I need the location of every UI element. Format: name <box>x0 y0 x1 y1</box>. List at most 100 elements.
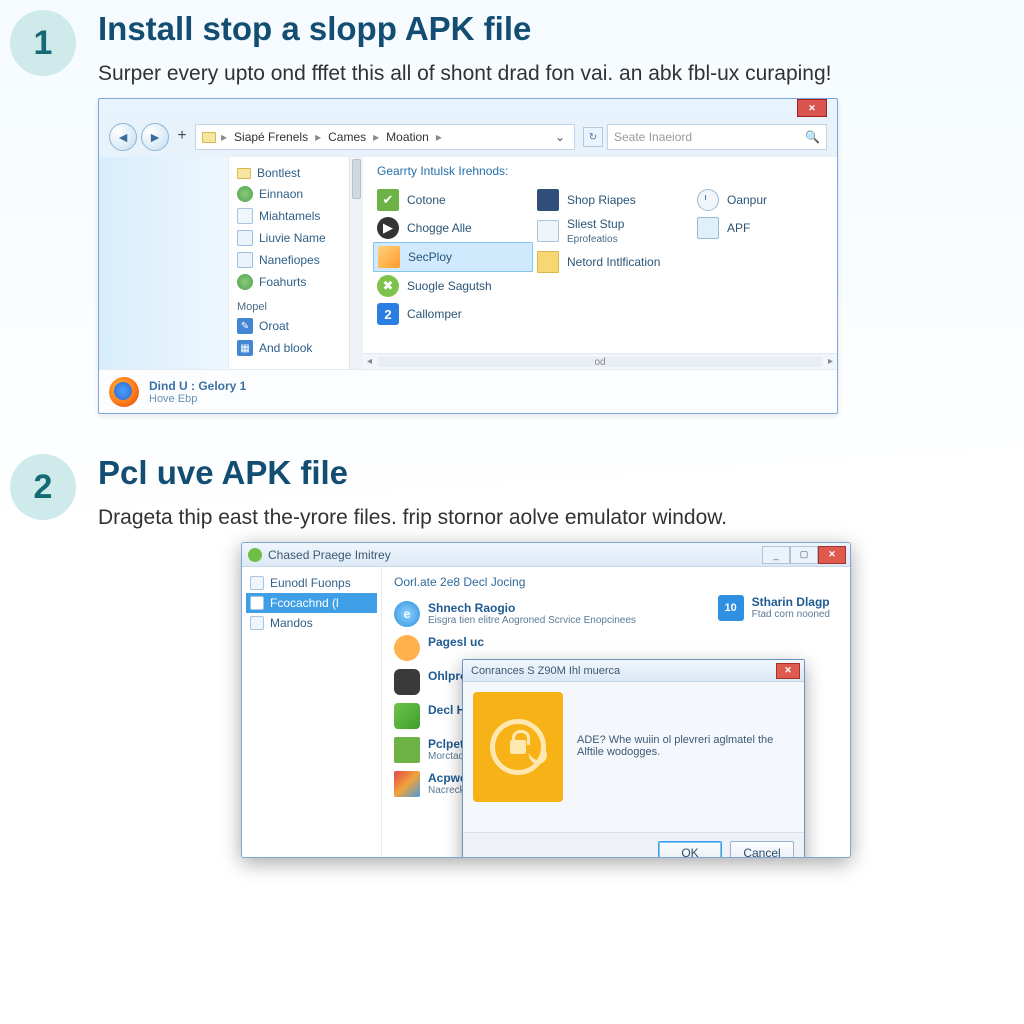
folder-item[interactable]: APF <box>693 214 813 242</box>
explorer-status-bar: Dind U : Gelory 1 Hove Ebp <box>99 369 837 413</box>
folder-item[interactable]: Oanpur <box>693 186 813 214</box>
document-icon <box>250 596 264 610</box>
refresh-button[interactable]: ↻ <box>583 127 603 147</box>
section-heading: Gearrty Intulsk Irehnods: <box>377 164 827 178</box>
user-icon <box>237 252 253 268</box>
nav-item[interactable]: Bontlest <box>235 163 343 183</box>
number-2-icon: 2 <box>377 303 399 325</box>
nav-forward-button[interactable]: ► <box>141 123 169 151</box>
step-2-title: Pcl uve APK file <box>98 454 994 492</box>
wrench-icon: ✖ <box>377 275 399 297</box>
dialog-message: ADE? Whe wuiin ol plevreri aglmatel the … <box>577 692 794 758</box>
folder-item[interactable]: ✖Suogle Sagutsh <box>373 272 533 300</box>
panel-row[interactable]: 10 Stharin DlagpFtad corn nooned <box>716 591 832 625</box>
nav-item[interactable]: ✎Oroat <box>235 315 343 337</box>
folder-item[interactable]: ✔Cotone <box>373 186 533 214</box>
address-bar[interactable]: ▸ Siapé Frenels ▸ Cames ▸ Moation ▸ ⌄ <box>195 124 575 150</box>
ok-button[interactable]: OK <box>658 841 722 858</box>
control-panel-window: Chased Praege Imitrey _ ▢ ✕ Eunodl Fuonp… <box>241 542 851 858</box>
nav-item[interactable]: Einnaon <box>235 183 343 205</box>
breadcrumb-item[interactable]: Cames <box>328 130 366 144</box>
green-app-icon <box>394 737 420 763</box>
address-dropdown[interactable]: ⌄ <box>552 130 568 144</box>
breadcrumb-item[interactable]: Moation <box>386 130 429 144</box>
folder-icon <box>537 251 559 273</box>
vertical-scrollbar[interactable] <box>349 157 363 369</box>
scroll-left-arrow[interactable]: ◂ <box>367 356 372 367</box>
folder-item[interactable]: ▶Chogge Alle <box>373 214 533 242</box>
scrollbar-thumb[interactable] <box>352 159 361 199</box>
firefox-icon <box>109 377 139 407</box>
document-icon <box>250 616 264 630</box>
document-icon <box>250 576 264 590</box>
step-2: 2 Pcl uve APK file Drageta thip east the… <box>10 454 1024 858</box>
cancel-button[interactable]: Cancel <box>730 841 794 858</box>
nav-item[interactable]: Liuvie Name <box>235 227 343 249</box>
app-icon <box>378 246 400 268</box>
nav-item[interactable]: ▦And blook <box>235 337 343 359</box>
dialog-title: Conrances S Z90M Ihl muerca <box>471 665 620 677</box>
sidebar-item[interactable]: Eunodl Fuonps <box>246 573 377 593</box>
sidebar-item[interactable]: Mandos <box>246 613 377 633</box>
nav-item[interactable]: Foahurts <box>235 271 343 293</box>
check-icon: ✔ <box>377 189 399 211</box>
step-1-description: Surper every upto ond fffet this all of … <box>98 62 994 86</box>
folder-item[interactable]: 2Callomper <box>373 300 533 328</box>
window-maximize-button[interactable]: ▢ <box>790 546 818 564</box>
breadcrumb-item[interactable]: Siapé Frenels <box>234 130 308 144</box>
panel-sidebar: Eunodl Fuonps Fcocachnd (l Mandos <box>242 567 382 857</box>
status-line-1: Dind U : Gelory 1 <box>149 379 246 393</box>
window-title: Chased Praege Imitrey <box>268 548 391 562</box>
folder-icon <box>202 132 216 143</box>
search-placeholder: Seate Inaeiord <box>614 130 692 144</box>
scroll-right-arrow[interactable]: ▸ <box>828 356 833 367</box>
step-number-badge: 1 <box>10 10 76 76</box>
nav-item[interactable]: Miahtamels <box>235 205 343 227</box>
gear-icon <box>394 635 420 661</box>
app-icon <box>394 669 420 695</box>
explorer-nav-panel: Bontlest Einnaon Miahtamels Liuvie Name … <box>229 157 349 369</box>
step-number-badge: 2 <box>10 454 76 520</box>
monitor-icon <box>537 189 559 211</box>
hscroll-label: od <box>594 357 605 368</box>
calendar-icon: 10 <box>718 595 744 621</box>
document-icon <box>237 208 253 224</box>
panel-content: Oorl.ate 2e8 Decl Jocing eShnech RaogioE… <box>382 567 850 857</box>
nav-plus-button[interactable]: + <box>173 127 191 147</box>
folder-item[interactable]: Shop Riapes <box>533 186 693 214</box>
step-1-title: Install stop a slopp APK file <box>98 10 994 48</box>
cube-icon <box>394 703 420 729</box>
dialog-close-button[interactable]: ✕ <box>776 663 800 679</box>
sidebar-item-selected[interactable]: Fcocachnd (l <box>246 593 377 613</box>
explorer-far-sidebar <box>99 157 229 369</box>
globe-icon <box>237 186 253 202</box>
horizontal-scrollbar[interactable]: ◂ od ▸ <box>363 353 837 369</box>
window-minimize-button[interactable]: _ <box>762 546 790 564</box>
step-2-description: Drageta thip east the-yrore files. frip … <box>98 506 994 530</box>
folder-item[interactable]: Netord Intlfication <box>533 248 693 276</box>
status-line-2: Hove Ebp <box>149 393 246 405</box>
explorer-content-pane: Gearrty Intulsk Irehnods: ✔Cotone ▶Chogg… <box>363 157 837 369</box>
confirmation-dialog: Conrances S Z90M Ihl muerca ✕ <box>462 659 805 858</box>
user-icon <box>237 230 253 246</box>
search-icon: 🔍 <box>805 130 820 144</box>
pen-icon: ✎ <box>237 318 253 334</box>
folder-item-selected[interactable]: SecPloy <box>373 242 533 272</box>
explorer-window: ✕ ◄ ► + ▸ Siapé Frenels ▸ Cames ▸ Moatio… <box>98 98 838 414</box>
globe-icon <box>237 274 253 290</box>
nav-group-label: Mopel <box>237 301 343 313</box>
document-icon <box>537 220 559 242</box>
window-close-button[interactable]: ✕ <box>797 99 827 117</box>
step-1: 1 Install stop a slopp APK file Surper e… <box>10 10 1024 414</box>
search-input[interactable]: Seate Inaeiord 🔍 <box>607 124 827 150</box>
window-close-button[interactable]: ✕ <box>818 546 846 564</box>
folder-item[interactable]: Sliest StupEprofeatios <box>533 214 693 248</box>
shield-icon <box>473 692 563 802</box>
colorful-app-icon <box>394 771 420 797</box>
nav-item[interactable]: Nanefiopes <box>235 249 343 271</box>
panel-heading: Oorl.ate 2e8 Decl Jocing <box>394 575 840 589</box>
block-icon: ▦ <box>237 340 253 356</box>
picture-icon <box>697 217 719 239</box>
lock-icon <box>490 719 546 775</box>
nav-back-button[interactable]: ◄ <box>109 123 137 151</box>
